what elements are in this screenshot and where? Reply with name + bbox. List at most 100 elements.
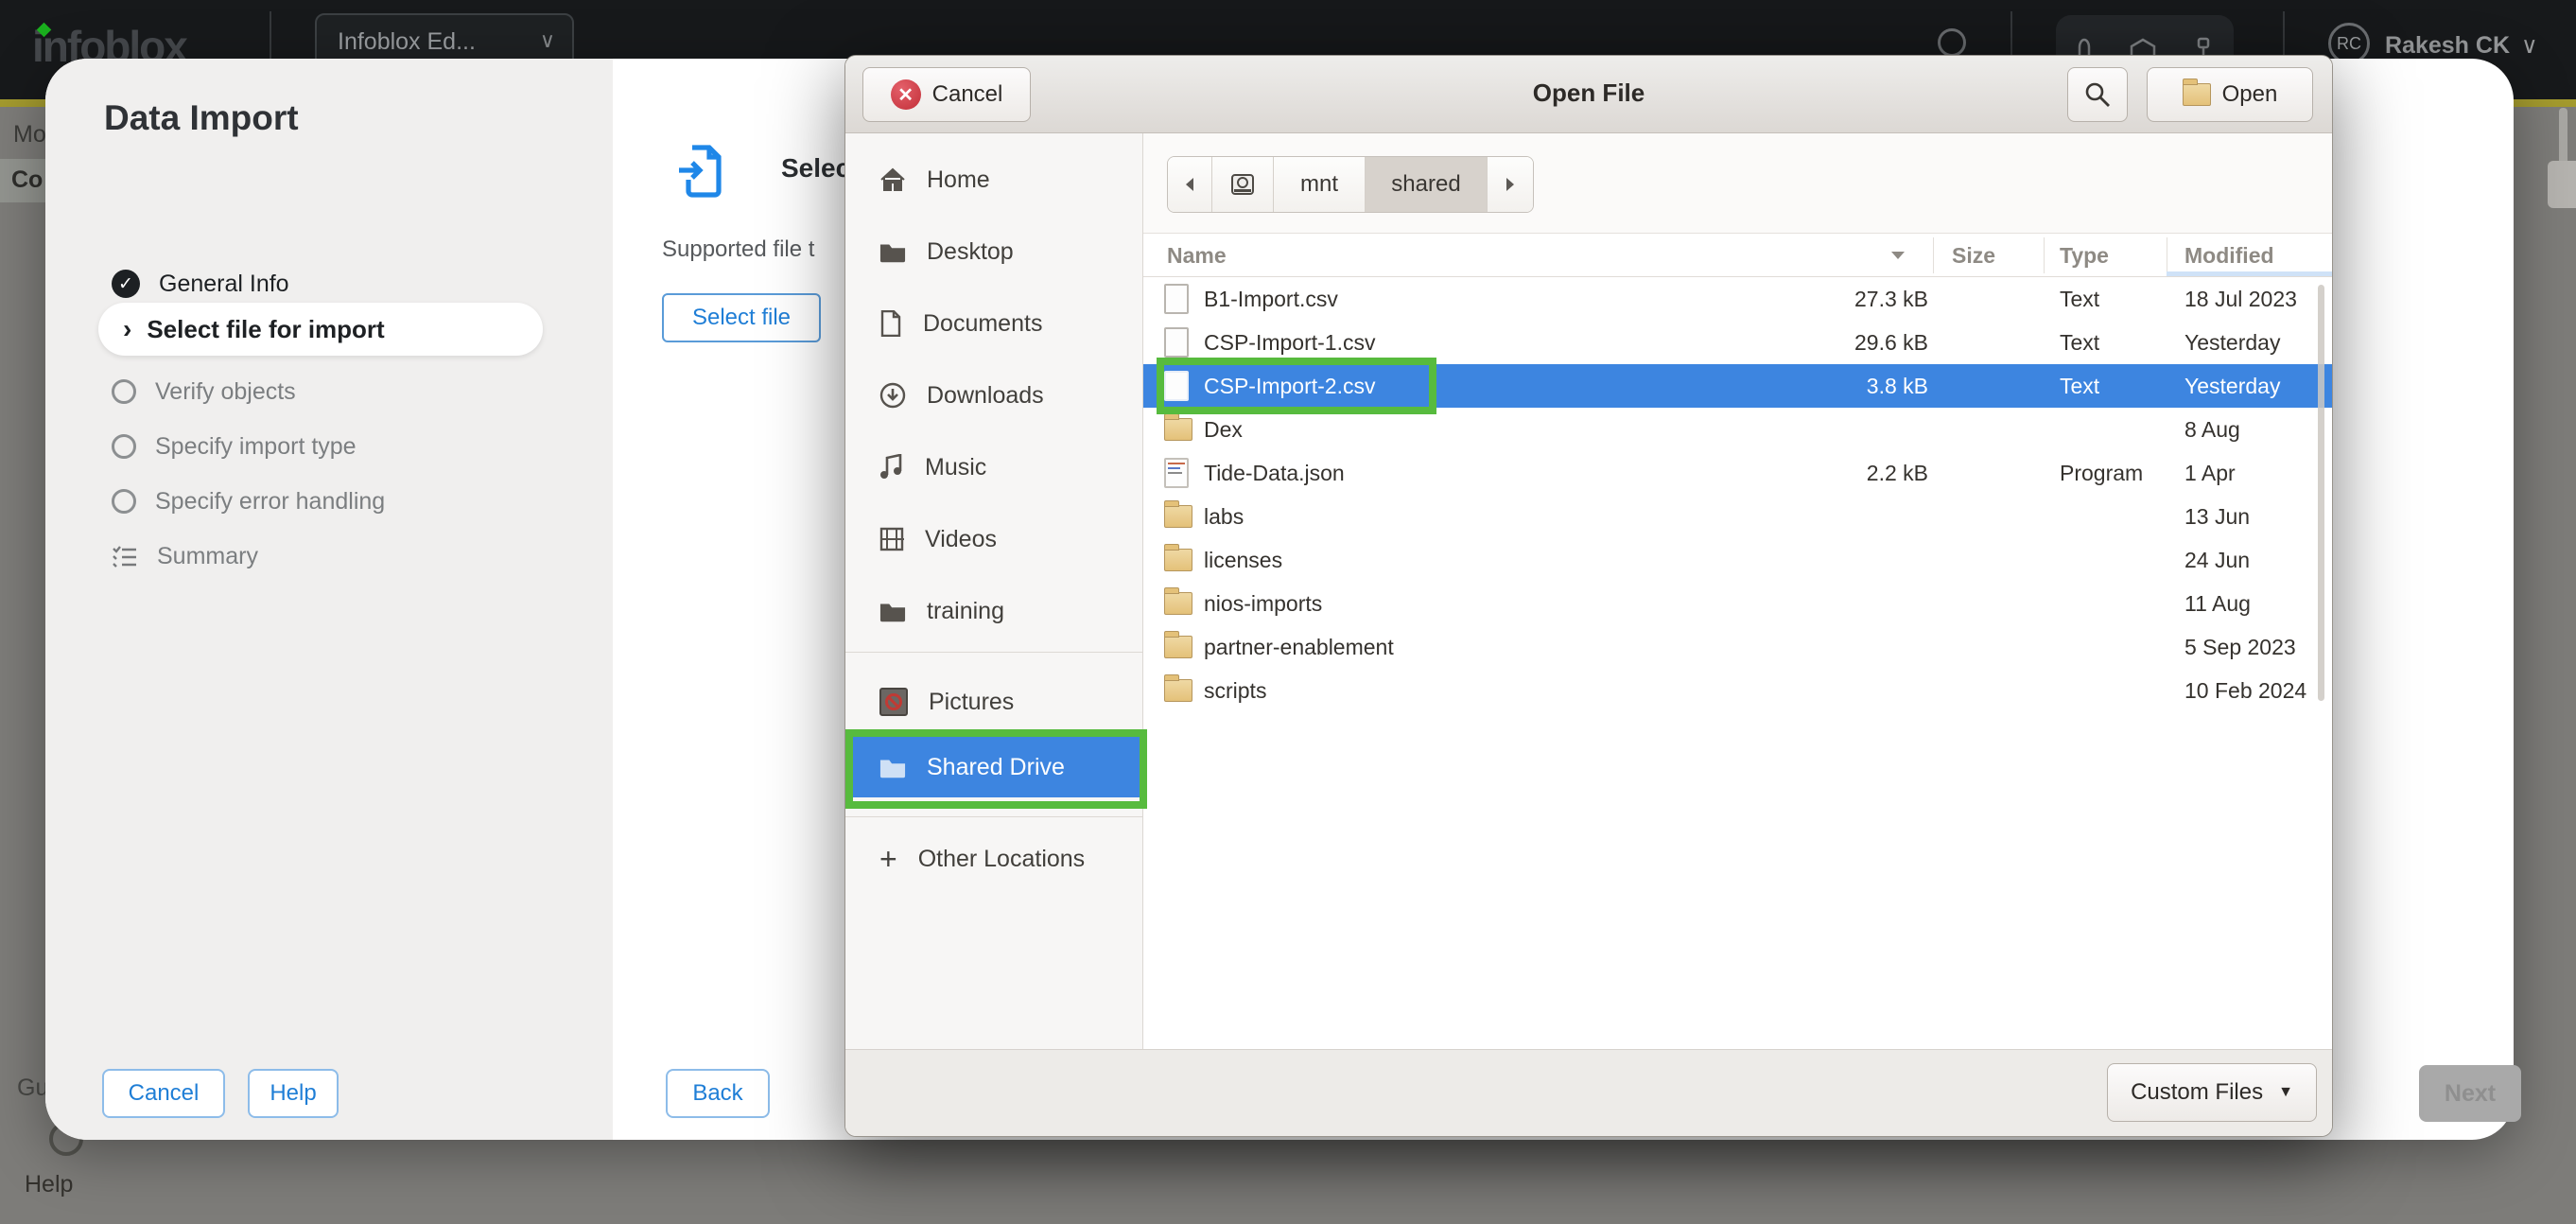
back-arrow-button[interactable]: [1168, 157, 1212, 212]
sidebar-item-documents[interactable]: Documents: [845, 304, 1142, 343]
plus-icon: +: [879, 846, 897, 872]
screen: infoblox Infoblox Ed... ∨ RC Rakesh CK ∨: [0, 0, 2576, 1224]
dialog-search-button[interactable]: [2067, 67, 2128, 122]
folder-icon: [1164, 636, 1192, 658]
hard-disk-icon: [1230, 172, 1255, 197]
column-name[interactable]: Name: [1167, 234, 1227, 277]
step-pending-icon: [112, 379, 136, 404]
sidebar-item-videos[interactable]: Videos: [845, 519, 1142, 559]
broken-image-icon: [879, 688, 908, 716]
search-icon: [2084, 81, 2111, 108]
back-button[interactable]: Back: [666, 1069, 770, 1118]
folder-icon: [1164, 592, 1192, 615]
chevron-down-icon[interactable]: ∨: [2521, 32, 2538, 60]
page-button-fragment: [2548, 161, 2576, 208]
step-label: Specify import type: [155, 433, 357, 461]
folder-row[interactable]: scripts 10 Feb 2024: [1143, 669, 2332, 712]
summary-list-icon: [112, 543, 138, 569]
file-filter-dropdown[interactable]: Custom Files ▼: [2107, 1063, 2317, 1122]
file-icon: [1164, 284, 1189, 314]
file-row[interactable]: Tide-Data.json 2.2 kB Program 1 Apr: [1143, 451, 2332, 495]
step-label: Verify objects: [155, 378, 296, 406]
step-select-file-active[interactable]: › Select file for import: [98, 303, 543, 356]
step-label: Select file for import: [147, 315, 384, 344]
import-file-icon: [677, 142, 724, 201]
dialog-sidebar: Home Desktop Documents: [845, 133, 1143, 1051]
help-button[interactable]: Help: [248, 1069, 339, 1118]
chevron-right-icon: ›: [123, 314, 131, 344]
dialog-footer: Custom Files ▼: [845, 1049, 2332, 1136]
step-general-info[interactable]: ✓ General Info: [112, 263, 289, 305]
folder-row[interactable]: nios-imports 11 Aug: [1143, 582, 2332, 625]
file-row[interactable]: B1-Import.csv 27.3 kB Text 18 Jul 2023: [1143, 277, 2332, 321]
folder-icon: [1164, 418, 1192, 441]
sorted-column-indicator: [2167, 271, 2332, 276]
file-rows: B1-Import.csv 27.3 kB Text 18 Jul 2023 C…: [1143, 277, 2332, 712]
step-label: Specify error handling: [155, 488, 385, 516]
breadcrumb: mnt shared: [1167, 156, 1534, 213]
header-divider: [270, 11, 271, 59]
tenant-label: Infoblox Ed...: [338, 28, 476, 56]
breadcrumb-shared-active[interactable]: shared: [1366, 157, 1488, 212]
chevron-down-icon: ∨: [540, 28, 555, 53]
drive-root-button[interactable]: [1212, 157, 1274, 212]
list-scrollbar[interactable]: [2318, 285, 2324, 701]
breadcrumb-mnt[interactable]: mnt: [1274, 157, 1366, 212]
next-button-disabled[interactable]: Next: [2419, 1065, 2521, 1122]
sidebar-item-training[interactable]: training: [845, 591, 1142, 631]
dialog-open-button[interactable]: Open: [2147, 67, 2313, 122]
column-size[interactable]: Size: [1952, 234, 1995, 277]
annotation-highlight-selected-file: [1157, 358, 1436, 414]
step-specify-error-handling[interactable]: Specify error handling: [112, 481, 385, 522]
annotation-highlight-shared-drive: [845, 729, 1147, 809]
column-type[interactable]: Type: [2060, 234, 2109, 277]
folder-row[interactable]: labs 13 Jun: [1143, 495, 2332, 538]
step-pending-icon: [112, 489, 136, 514]
header-divider: [2010, 11, 2012, 59]
user-name[interactable]: Rakesh CK: [2385, 32, 2510, 60]
wizard-title: Data Import: [104, 98, 299, 138]
document-icon: [879, 310, 902, 337]
sidebar-item-music[interactable]: Music: [845, 447, 1142, 487]
folder-icon: [879, 600, 906, 622]
step-specify-import-type[interactable]: Specify import type: [112, 426, 357, 467]
nav-fragment: Gu: [17, 1075, 48, 1102]
step-complete-icon: ✓: [112, 270, 140, 298]
folder-icon: [1164, 549, 1192, 571]
sidebar-item-desktop[interactable]: Desktop: [845, 232, 1142, 271]
download-icon: [879, 382, 906, 409]
select-file-button[interactable]: Select file: [662, 293, 821, 342]
step-label: General Info: [159, 271, 289, 298]
step-pending-icon: [112, 434, 136, 459]
column-header-row: Name Size Type Modified: [1143, 234, 2332, 277]
nav-fragment: Co: [11, 166, 43, 194]
search-icon[interactable]: [1938, 28, 1966, 57]
folder-icon: [879, 240, 906, 263]
folder-icon: [2183, 83, 2211, 106]
json-file-icon: [1164, 458, 1189, 488]
nav-fragment: Mo: [13, 121, 46, 149]
dialog-titlebar[interactable]: ✕ Cancel Open File Open: [845, 56, 2332, 133]
sidebar-separator: [845, 816, 1142, 817]
folder-row[interactable]: licenses 24 Jun: [1143, 538, 2332, 582]
sidebar-item-home[interactable]: Home: [845, 160, 1142, 200]
step-verify-objects[interactable]: Verify objects: [112, 371, 296, 412]
dropdown-caret-icon: ▼: [2278, 1084, 2293, 1101]
sidebar-item-downloads[interactable]: Downloads: [845, 376, 1142, 415]
folder-icon: [1164, 679, 1192, 702]
header-divider: [2283, 11, 2285, 59]
folder-icon: [1164, 505, 1192, 528]
open-file-dialog: ✕ Cancel Open File Open: [844, 55, 2333, 1137]
supported-file-text-fragment: Supported file t: [662, 236, 814, 263]
sidebar-item-other-locations[interactable]: + Other Locations: [845, 839, 1142, 879]
step-summary[interactable]: Summary: [112, 535, 258, 577]
wizard-step-panel: Data Import ✓ General Info › Select file…: [45, 59, 613, 1140]
file-icon: [1164, 327, 1189, 358]
path-bar: mnt shared: [1143, 133, 2332, 234]
music-note-icon: [879, 454, 904, 481]
cancel-button[interactable]: Cancel: [102, 1069, 225, 1118]
sort-descending-icon[interactable]: [1890, 234, 1906, 277]
sidebar-item-pictures[interactable]: Pictures: [845, 682, 1142, 722]
folder-row[interactable]: partner-enablement 5 Sep 2023: [1143, 625, 2332, 669]
forward-arrow-button[interactable]: [1488, 157, 1533, 212]
